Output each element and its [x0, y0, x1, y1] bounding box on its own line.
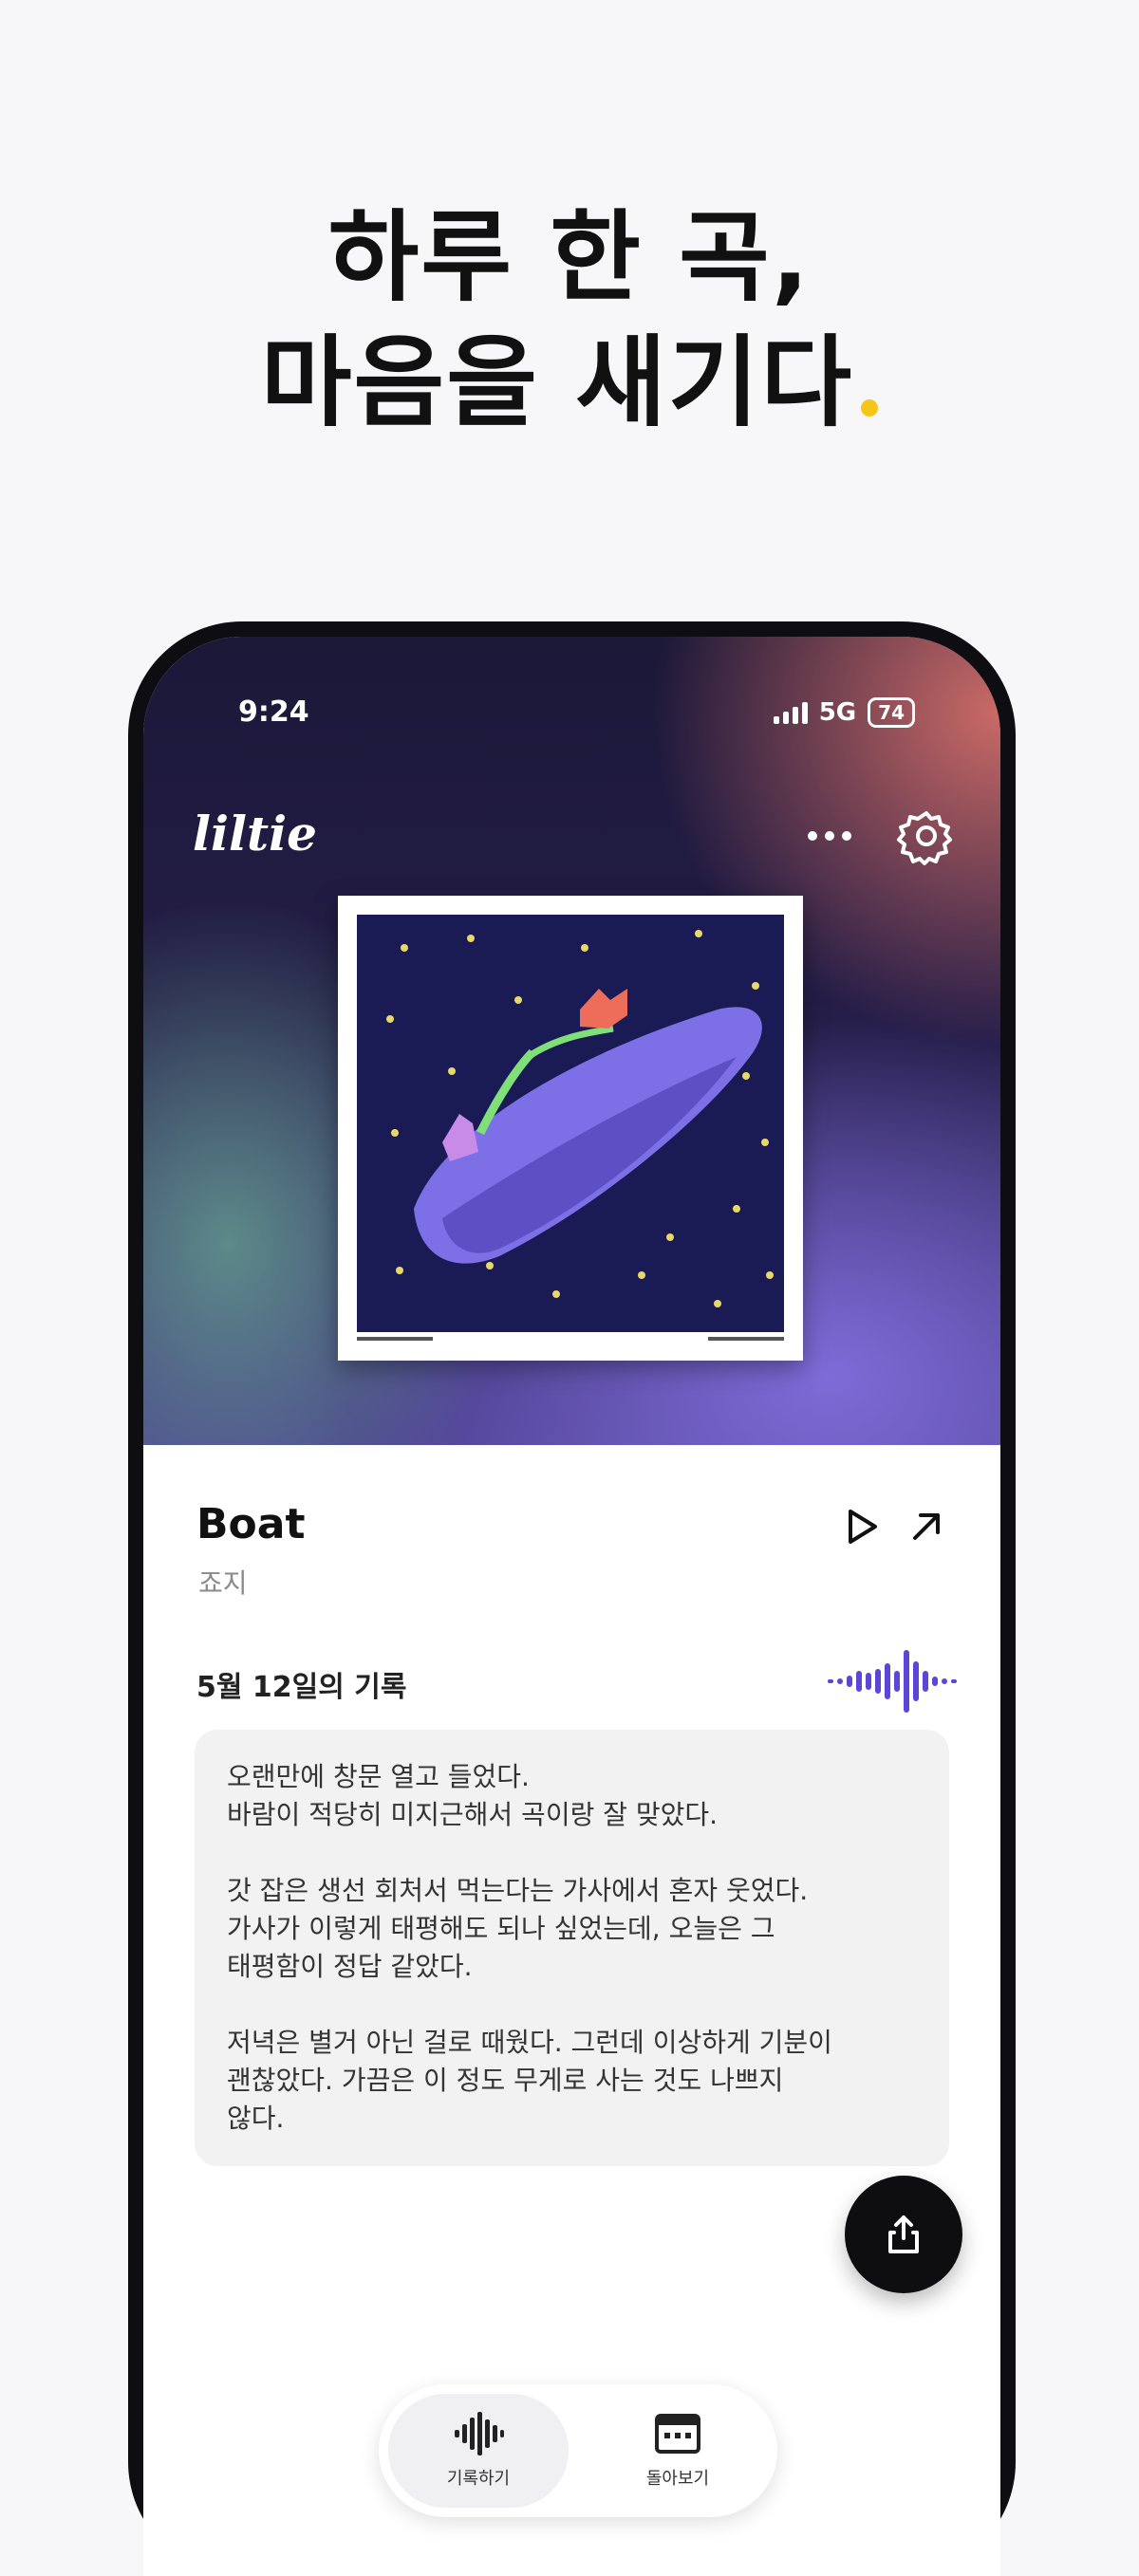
tab-review[interactable]: 돌아보기 [588, 2394, 768, 2508]
hero-background: 9:24 5G 74 liltie [143, 637, 1000, 1445]
phone-frame: 9:24 5G 74 liltie Boat 죠지 5월 12일의 기록 오랜만… [128, 621, 1016, 2576]
note-paragraph-2: 갓 잡은 생선 회처서 먹는다는 가사에서 혼자 웃었다. 가사가 이렇게 태평… [227, 1875, 809, 1982]
settings-button[interactable] [896, 806, 957, 866]
status-time: 9:24 [238, 695, 309, 729]
battery-level: 74 [878, 701, 905, 724]
tab-review-label: 돌아보기 [645, 2469, 710, 2489]
record-note[interactable]: 오랜만에 창문 열고 들었다. 바람이 적당히 미지근해서 곡이랑 잘 맞았다.… [195, 1730, 949, 2166]
waveform-icon [455, 2412, 504, 2456]
album-art-illustration [357, 915, 784, 1341]
note-paragraph-3: 저녁은 별거 아닌 걸로 때웠다. 그런데 이상하게 기분이 괜찮았다. 가끔은… [227, 2027, 832, 2134]
battery-icon: 74 [868, 697, 915, 728]
calendar-icon [655, 2414, 700, 2454]
headline-line-2: 마음을 새기다 [260, 324, 854, 440]
gear-icon [897, 811, 952, 865]
app-logo: liltie [193, 806, 317, 862]
bottom-tab-bar: 기록하기 돌아보기 [379, 2384, 777, 2517]
note-paragraph-1: 오랜만에 창문 열고 들었다. 바람이 적당히 미지근해서 곡이랑 잘 맞았다. [227, 1761, 719, 1830]
play-button[interactable] [839, 1504, 885, 1549]
song-title: Boat [196, 1500, 306, 1548]
tab-record[interactable]: 기록하기 [388, 2394, 569, 2508]
network-label: 5G [818, 698, 857, 727]
accent-dot [861, 399, 879, 417]
external-link-icon [913, 1513, 940, 1540]
tab-record-label: 기록하기 [446, 2469, 511, 2489]
phone-screen: 9:24 5G 74 liltie Boat 죠지 5월 12일의 기록 오랜만… [143, 637, 1000, 2576]
status-indicators: 5G 74 [773, 697, 915, 728]
share-button[interactable] [845, 2176, 962, 2293]
play-icon [849, 1510, 877, 1544]
headline-line-2-wrap: 마음을 새기다 [0, 320, 1139, 445]
waveform-icon [828, 1650, 957, 1713]
status-bar: 9:24 5G 74 [143, 695, 1000, 733]
more-icon [808, 831, 851, 841]
more-button[interactable] [801, 817, 858, 855]
record-date-label: 5월 12일의 기록 [196, 1671, 407, 1704]
song-detail: Boat 죠지 5월 12일의 기록 오랜만에 창문 열고 들었다. 바람이 적… [143, 1445, 1000, 2576]
headline: 하루 한 곡, 마음을 새기다 [0, 195, 1139, 445]
song-artist: 죠지 [198, 1567, 248, 1599]
album-cover[interactable] [338, 896, 803, 1361]
signal-icon [773, 701, 808, 724]
open-external-button[interactable] [904, 1504, 949, 1549]
headline-line-1: 하루 한 곡, [327, 199, 812, 315]
voice-record-button[interactable] [826, 1644, 957, 1718]
share-icon [888, 2215, 919, 2253]
